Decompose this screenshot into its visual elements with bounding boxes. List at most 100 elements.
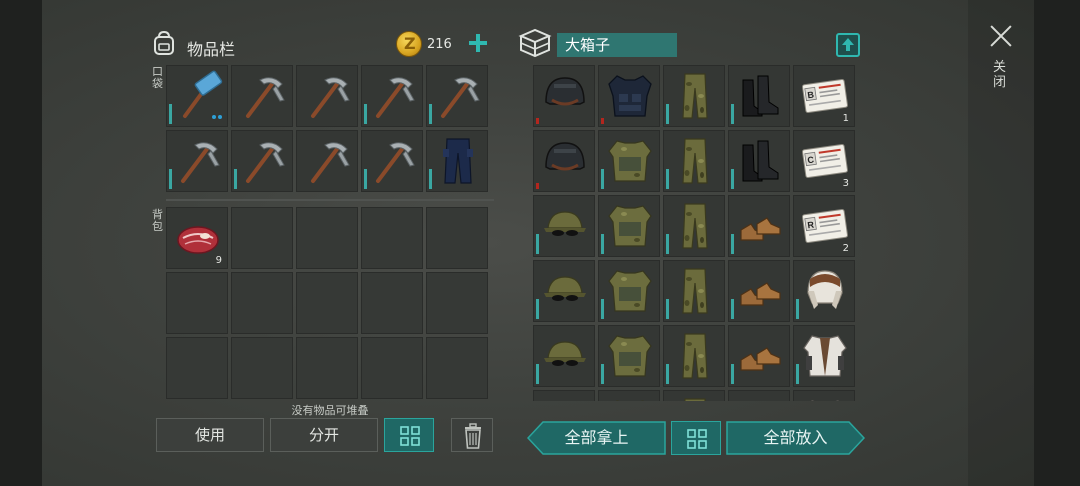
boots-icon <box>742 140 779 182</box>
container-slot-id-card[interactable]: C3 <box>793 130 855 192</box>
pocket-label: 口袋 <box>152 65 163 90</box>
backpack-slot-empty[interactable] <box>231 207 293 269</box>
durability-bar <box>234 169 237 189</box>
backpack-slot-empty[interactable] <box>361 207 423 269</box>
container-slot-shoes[interactable] <box>728 195 790 257</box>
helmet-icon <box>545 77 585 106</box>
backpack-slot-raw-steak[interactable]: 9 <box>166 207 228 269</box>
grid-icon <box>687 429 707 449</box>
upload-icon[interactable] <box>836 33 860 57</box>
container-slot-camo-jacket[interactable] <box>598 130 660 192</box>
split-button[interactable]: 分开 <box>270 418 378 452</box>
container-slot-camo-pants[interactable] <box>663 260 725 322</box>
container-slot-camo-cap[interactable] <box>533 325 595 387</box>
coin-count: 216 <box>427 37 452 52</box>
container-slot-camo-jacket[interactable] <box>598 325 660 387</box>
backpack-slot-empty[interactable] <box>296 272 358 334</box>
leather-jacket-icon <box>803 335 847 377</box>
container-slot-camo-jacket[interactable] <box>598 260 660 322</box>
pickaxe-icon <box>376 142 415 183</box>
put-all-button[interactable]: 全部放入 <box>726 421 865 455</box>
durability-bar <box>731 299 734 319</box>
item-count: 9 <box>215 255 222 266</box>
container-slot-shoes[interactable] <box>728 325 790 387</box>
container-slot-aviator-hat[interactable] <box>793 260 855 322</box>
backpack-slot-empty[interactable] <box>361 337 423 399</box>
trash-button[interactable] <box>451 418 493 452</box>
take-all-button[interactable]: 全部拿上 <box>527 421 666 455</box>
pickaxe-icon <box>311 142 350 183</box>
container-slot-camo-pants[interactable] <box>663 195 725 257</box>
backpack-grid: 9 <box>166 207 488 399</box>
pocket-slot-pickaxe[interactable] <box>296 130 358 192</box>
grid-icon <box>400 426 420 446</box>
police-vest-icon <box>608 75 652 117</box>
close-label[interactable]: 关闭 <box>993 60 1007 90</box>
camo-pants-icon <box>682 268 708 314</box>
container-slot-camo-pants[interactable] <box>663 325 725 387</box>
pocket-slot-police-pants[interactable] <box>426 130 488 192</box>
backpack-slot-empty[interactable] <box>166 337 228 399</box>
use-button[interactable]: 使用 <box>156 418 264 452</box>
backpack-slot-empty[interactable] <box>426 207 488 269</box>
backpack-slot-empty[interactable] <box>426 337 488 399</box>
trash-icon <box>465 423 481 449</box>
sort-container-button[interactable] <box>671 421 721 455</box>
pocket-slot-pickaxe[interactable] <box>166 130 228 192</box>
pocket-slot-sledgehammer[interactable] <box>166 65 228 127</box>
durability-bar <box>601 234 604 254</box>
camo-jacket-icon <box>608 140 652 182</box>
pocket-slot-pickaxe[interactable] <box>361 130 423 192</box>
backpack-slot-empty[interactable] <box>296 207 358 269</box>
durability-bar <box>536 364 539 384</box>
backpack-slot-empty[interactable] <box>231 272 293 334</box>
container-slot-helmet[interactable] <box>533 130 595 192</box>
container-slot-boots[interactable] <box>728 130 790 192</box>
section-divider <box>166 199 494 201</box>
pocket-slot-pickaxe[interactable] <box>231 65 293 127</box>
container-slot-camo-pants[interactable] <box>663 390 725 401</box>
pocket-slot-pickaxe[interactable] <box>296 65 358 127</box>
durability-bar <box>731 234 734 254</box>
container-slot-shoes[interactable] <box>728 390 790 401</box>
pocket-slot-pickaxe[interactable] <box>426 65 488 127</box>
container-slot-camo-pants[interactable] <box>663 130 725 192</box>
pocket-slot-pickaxe[interactable] <box>231 130 293 192</box>
container-name-field[interactable]: 大箱子 <box>557 33 677 57</box>
durability-bar <box>536 299 539 319</box>
container-grid: B1C3R2 <box>533 65 860 401</box>
container-slot-camo-jacket[interactable] <box>598 195 660 257</box>
container-slot-camo-cap[interactable] <box>533 390 595 401</box>
container-slot-camo-jacket[interactable] <box>598 390 660 401</box>
crate-icon <box>518 27 552 59</box>
backpack-slot-empty[interactable] <box>361 272 423 334</box>
sort-inventory-button[interactable] <box>384 418 434 452</box>
container-slot-boots[interactable] <box>728 65 790 127</box>
backpack-slot-empty[interactable] <box>231 337 293 399</box>
durability-bar <box>429 104 432 124</box>
camo-cap-icon <box>540 395 590 401</box>
container-slot-camo-cap[interactable] <box>533 260 595 322</box>
durability-bar <box>429 169 432 189</box>
container-slot-leather-jacket[interactable] <box>793 325 855 387</box>
shoes-icon <box>740 217 781 241</box>
container-slot-id-card[interactable]: B1 <box>793 65 855 127</box>
backpack-slot-empty[interactable] <box>296 337 358 399</box>
coin-icon: Z <box>396 31 422 57</box>
backpack-slot-empty[interactable] <box>426 272 488 334</box>
container-slot-helmet[interactable] <box>533 65 595 127</box>
container-slot-leather-jacket[interactable] <box>793 390 855 401</box>
durability-bar <box>364 104 367 124</box>
container-slot-shoes[interactable] <box>728 260 790 322</box>
close-icon[interactable] <box>987 22 1015 50</box>
container-slot-camo-cap[interactable] <box>533 195 595 257</box>
container-slot-id-card[interactable]: R2 <box>793 195 855 257</box>
backpack-slot-empty[interactable] <box>166 272 228 334</box>
durability-bar <box>364 169 367 189</box>
backpack-label: 背包 <box>152 208 163 233</box>
container-slot-camo-pants[interactable] <box>663 65 725 127</box>
camo-cap-icon <box>544 341 586 366</box>
add-coins-button[interactable] <box>466 31 490 55</box>
container-slot-police-vest[interactable] <box>598 65 660 127</box>
pocket-slot-pickaxe[interactable] <box>361 65 423 127</box>
